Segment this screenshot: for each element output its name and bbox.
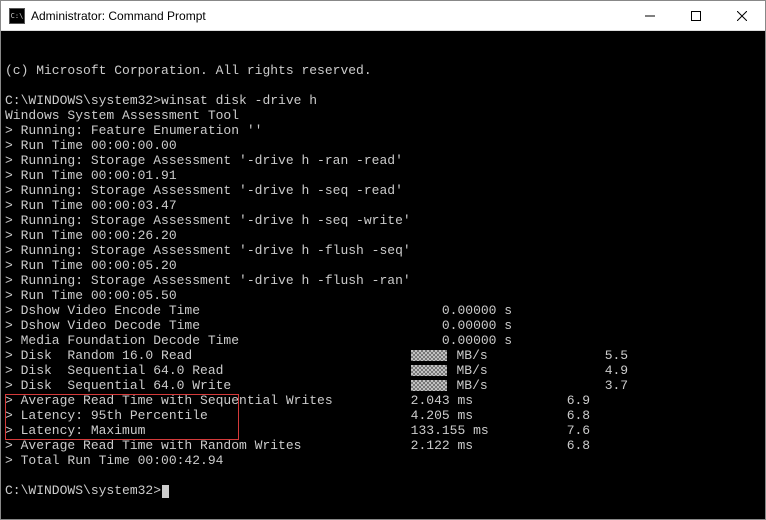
console-line: (c) Microsoft Corporation. All rights re… [5,63,761,78]
console-line: > Running: Storage Assessment '-drive h … [5,243,761,258]
console-line: > Run Time 00:00:05.20 [5,258,761,273]
console-line: > Running: Storage Assessment '-drive h … [5,183,761,198]
window-title: Administrator: Command Prompt [31,9,627,23]
console-line: Windows System Assessment Tool [5,108,761,123]
maximize-button[interactable] [673,1,719,30]
console-line: > Run Time 00:00:05.50 [5,288,761,303]
redacted-value [411,350,447,361]
redacted-value [411,380,447,391]
console-line: > Latency: Maximum 133.155 ms 7.6 [5,423,761,438]
console-line [5,468,761,483]
console-line: > Media Foundation Decode Time 0.00000 s [5,333,761,348]
console-line [5,78,761,93]
console-line: > Disk Sequential 64.0 Read MB/s 4.9 [5,363,761,378]
console-line: > Run Time 00:00:26.20 [5,228,761,243]
prompt-line: C:\WINDOWS\system32> [5,483,761,498]
console-line: > Average Read Time with Sequential Writ… [5,393,761,408]
console-line: > Disk Sequential 64.0 Write MB/s 3.7 [5,378,761,393]
console-line: > Running: Storage Assessment '-drive h … [5,213,761,228]
console-line: > Average Read Time with Random Writes 2… [5,438,761,453]
console-output[interactable]: (c) Microsoft Corporation. All rights re… [1,31,765,519]
console-line: > Total Run Time 00:00:42.94 [5,453,761,468]
cmd-icon: C:\ [9,8,25,24]
console-line: > Run Time 00:00:00.00 [5,138,761,153]
console-line: > Disk Random 16.0 Read MB/s 5.5 [5,348,761,363]
window-controls [627,1,765,30]
titlebar[interactable]: C:\ Administrator: Command Prompt [1,1,765,31]
redacted-value [411,365,447,376]
console-line: > Dshow Video Encode Time 0.00000 s [5,303,761,318]
console-line: > Running: Storage Assessment '-drive h … [5,153,761,168]
console-line: > Run Time 00:00:01.91 [5,168,761,183]
console-line: > Dshow Video Decode Time 0.00000 s [5,318,761,333]
console-line: > Running: Feature Enumeration '' [5,123,761,138]
cursor [162,485,169,498]
close-button[interactable] [719,1,765,30]
console-line: C:\WINDOWS\system32>winsat disk -drive h [5,93,761,108]
console-line: > Running: Storage Assessment '-drive h … [5,273,761,288]
minimize-button[interactable] [627,1,673,30]
console-line: > Latency: 95th Percentile 4.205 ms 6.8 [5,408,761,423]
console-line: > Run Time 00:00:03.47 [5,198,761,213]
